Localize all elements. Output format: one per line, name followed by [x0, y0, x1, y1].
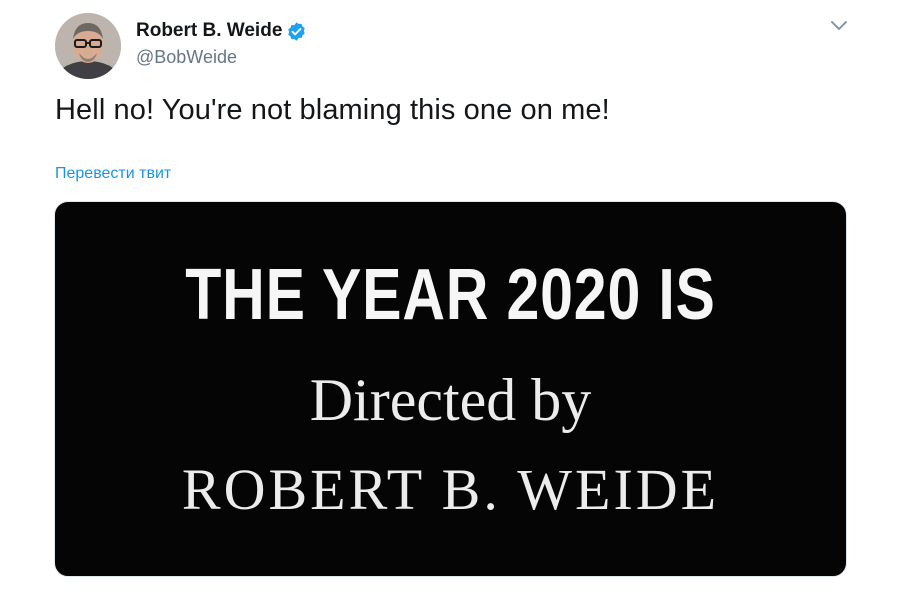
- author-name-row: Robert B. Weide: [136, 18, 307, 44]
- author-handle[interactable]: @BobWeide: [136, 47, 307, 68]
- tweet-media-image[interactable]: THE YEAR 2020 IS Directed by ROBERT B. W…: [54, 201, 847, 577]
- avatar-image: [55, 13, 121, 79]
- chevron-down-icon[interactable]: [826, 16, 852, 36]
- translate-tweet-link[interactable]: Перевести твит: [55, 165, 171, 183]
- tweet-text: Hell no! You're not blaming this one on …: [55, 94, 610, 126]
- media-text-directed-by: Directed by: [309, 367, 592, 433]
- tweet-author: Robert B. Weide @BobWeide: [136, 18, 307, 68]
- avatar[interactable]: [55, 13, 121, 79]
- media-text-director-name: ROBERT B. WEIDE: [181, 457, 720, 522]
- tweet-card: Robert B. Weide @BobWeide Hell no! You'r…: [0, 0, 900, 600]
- author-display-name[interactable]: Robert B. Weide: [136, 20, 282, 42]
- media-text-headline: THE YEAR 2020 IS: [185, 255, 716, 335]
- verified-badge-icon: [286, 21, 307, 42]
